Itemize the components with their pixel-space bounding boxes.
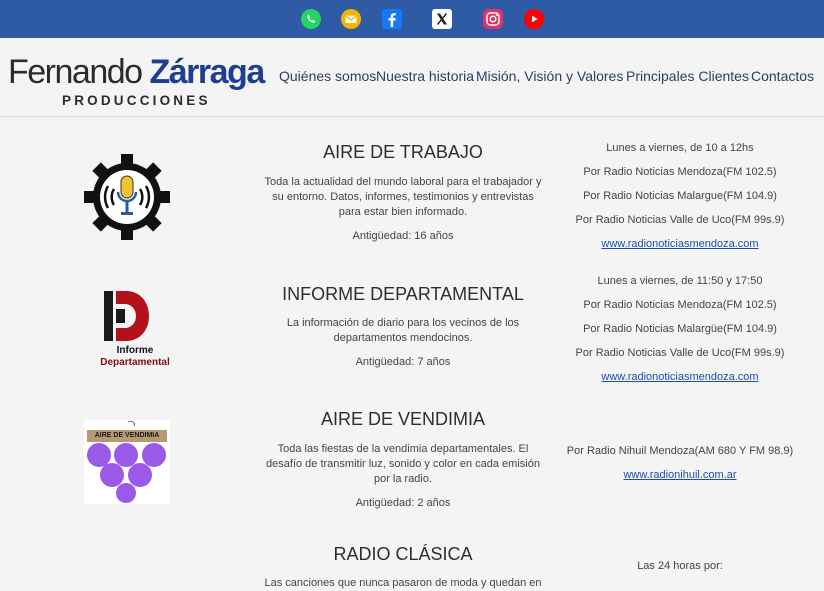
email-icon[interactable] xyxy=(340,8,362,30)
schedule-line: Por Radio Noticias Mendoza(FM 102.5) xyxy=(583,299,777,311)
show-description-line: por la radio. xyxy=(373,473,433,485)
show-description-line: Toda la actualidad del mundo laboral par… xyxy=(264,176,542,188)
station-link[interactable]: www.radionihuil.com.ar xyxy=(555,469,805,481)
schedule-line: Las 24 horas por: xyxy=(637,560,723,572)
show-description: La información de diario para los vecino… xyxy=(262,316,544,346)
brand-last-name: Zárraga xyxy=(149,53,266,91)
nav-quienes-somos[interactable]: Quiénes somos xyxy=(279,68,376,84)
x-twitter-icon[interactable] xyxy=(431,8,453,30)
show-age: Antigüedad: 16 años xyxy=(352,230,454,242)
show-description-line: Toda las fiestas de la vendimia departam… xyxy=(277,443,529,455)
instagram-icon[interactable] xyxy=(482,8,504,30)
station-link[interactable]: www.radionoticiasmendoza.com xyxy=(555,371,805,383)
show-age: Antigüedad: 2 años xyxy=(355,497,451,509)
show-description-line: desafío de transmitir luz, sonido y colo… xyxy=(266,458,540,470)
brand-first-name: Fernando xyxy=(8,53,150,91)
schedule-line: Por Radio Noticias Malargüe(FM 104.9) xyxy=(583,323,777,335)
site-header: Fernando Zárraga PRODUCCIONES Quiénes so… xyxy=(0,38,824,117)
facebook-icon[interactable] xyxy=(381,8,403,30)
social-bar xyxy=(0,0,824,38)
show-title: AIRE DE TRABAJO xyxy=(323,142,483,162)
nav-mision-vision-valores[interactable]: Misión, Visión y Valores xyxy=(476,68,623,84)
show-description-line: departamentos mendocinos. xyxy=(333,332,473,344)
show-description-line: su entorno. Datos, informes, testimonios… xyxy=(272,191,534,203)
schedule-line: Lunes a viernes, de 11:50 y 17:50 xyxy=(597,275,763,287)
schedule-line: Por Radio Noticias Malargue(FM 104.9) xyxy=(583,190,777,202)
show-age: Antigüedad: 7 años xyxy=(355,356,451,368)
schedule-line: Por Radio Noticias Valle de Uco(FM 99s.9… xyxy=(575,214,785,226)
informe-departamental-logo: Informe Departamental xyxy=(97,288,177,372)
station-link[interactable]: www.radionoticiasmendoza.com xyxy=(555,238,805,250)
brand-logo[interactable]: Fernando Zárraga xyxy=(8,53,266,91)
show-description: Toda la actualidad del mundo laboral par… xyxy=(262,175,544,220)
whatsapp-icon[interactable] xyxy=(300,8,322,30)
logo-text: AIRE DE VENDIMIA xyxy=(94,432,160,439)
logo-text: Informe xyxy=(116,345,154,356)
nav-principales-clientes[interactable]: Principales Clientes xyxy=(626,68,749,84)
logo-text: Departamental xyxy=(100,357,170,368)
show-title: INFORME DEPARTAMENTAL xyxy=(282,284,524,304)
brand-subtitle: PRODUCCIONES xyxy=(62,93,211,108)
show-description: Toda las fiestas de la vendimia departam… xyxy=(262,442,544,487)
show-title: RADIO CLÁSICA xyxy=(333,544,473,564)
nav-nuestra-historia[interactable]: Nuestra historia xyxy=(376,68,474,84)
microphone-gear-logo xyxy=(84,154,170,240)
nav-contactos[interactable]: Contactos xyxy=(751,68,814,84)
youtube-icon[interactable] xyxy=(523,8,545,30)
show-title: AIRE DE VENDIMIA xyxy=(320,409,486,429)
show-description: Las canciones que nunca pasaron de moda … xyxy=(262,576,544,591)
vendimia-grapes-logo: AIRE DE VENDIMIA xyxy=(84,420,170,504)
schedule-line: Por Radio Nihuil Mendoza(AM 680 Y FM 98.… xyxy=(566,445,794,457)
schedule-line: Por Radio Noticias Valle de Uco(FM 99s.9… xyxy=(575,347,785,359)
schedule-line: Lunes a viernes, de 10 a 12hs xyxy=(606,142,754,154)
show-description-line: para estar bien informado. xyxy=(338,206,468,218)
show-description-line: La información de diario para los vecino… xyxy=(286,317,520,329)
schedule-line: Por Radio Noticias Mendoza(FM 102.5) xyxy=(583,166,777,178)
show-description-line: Las canciones que nunca pasaron de moda … xyxy=(264,577,542,589)
